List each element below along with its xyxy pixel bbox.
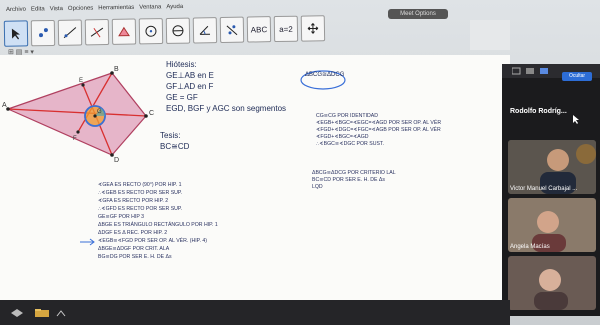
- proof-line: ∢FGD+∢BGC=∢AGD: [316, 134, 369, 140]
- toolbar-background: [470, 20, 510, 50]
- proof-line: BG≅DG POR SER E. H. DE Δs: [98, 254, 172, 260]
- label-a: A: [2, 102, 7, 109]
- label-b: B: [114, 66, 119, 73]
- meeting-panel: Ocultar Rodolfo Rodríg... Victor Manuel …: [502, 64, 600, 316]
- conic-tool-button[interactable]: [165, 17, 191, 44]
- proof-line: ∢FGD+∢DGC=∢FGC=∢AGB POR SER OP. AL VÉR: [316, 127, 441, 133]
- proof-left: ∢GEA ES RECTO (90°) POR HIP. 1 ∴∢GEB ES …: [98, 181, 218, 261]
- proof-line: GE≅GF POR HIP 3: [98, 214, 145, 220]
- proof-line: ∴∢BGC≅∢DGC POR SUST.: [316, 141, 384, 147]
- polygon-tool-button[interactable]: [111, 18, 137, 45]
- proof-line: ΔBCG≅ΔDCG POR CRITERIO LAL: [312, 170, 396, 176]
- chevron-up-icon[interactable]: [56, 309, 66, 317]
- cursor-icon: [573, 115, 579, 124]
- angle-icon: [199, 25, 211, 35]
- host-name: Rodolfo Rodríg...: [510, 108, 567, 115]
- text-tool-button[interactable]: ABC: [246, 16, 272, 43]
- menu-item-help[interactable]: Ayuda: [166, 4, 183, 15]
- proof-line: ∢EGB≅∢FGD POR SER OP. AL VÉR. (HIP. 4): [98, 238, 207, 244]
- reflect-tool-button[interactable]: [219, 16, 245, 44]
- hypothesis-line: GE = GF: [166, 93, 198, 102]
- label-d: D: [114, 157, 119, 164]
- slider-tool-button[interactable]: a=2: [273, 15, 299, 43]
- label-g: G: [97, 109, 102, 115]
- move-view-icon: [307, 23, 319, 34]
- move-view-tool-button[interactable]: [300, 15, 326, 42]
- menu-item-view[interactable]: Vista: [50, 6, 63, 17]
- taskbar: [0, 300, 510, 325]
- proof-line: ∢EGB+∢BGC=∢EGC=∢AGD POR SER OP. AL VÉR: [316, 120, 442, 126]
- proof-line: ΔBGE ES TRIÁNGULO RECTÁNGULO POR HIP. 1: [98, 222, 218, 228]
- hypothesis-line: GE⊥AB en E: [166, 71, 214, 80]
- thesis-block: Tesis: BC≅CD: [160, 130, 189, 152]
- proof-right: CG≅CG POR IDENTIDAD ∢EGB+∢BGC=∢EGC=∢AGD …: [316, 113, 441, 148]
- proof-line: ∴∢GEB ES RECTO POR SER SUP.: [98, 190, 183, 196]
- proof-line: ∢GEA ES RECTO (90°) POR HIP. 1: [98, 182, 182, 188]
- proof-line: BC≅CD POR SER E. H. DE Δs: [312, 177, 385, 183]
- proof-line: ∴∢GFD ES RECTO POR SER SUP.: [98, 206, 183, 212]
- circled-note: ΔBCG≅ΔDCG: [305, 72, 345, 78]
- quadrilateral-abcd[interactable]: [6, 72, 147, 156]
- hypothesis-line: GF⊥AD en F: [166, 82, 214, 91]
- point-c[interactable]: [144, 114, 148, 118]
- screen: Archivo Edita Vista Opciones Herramienta…: [0, 0, 600, 325]
- line-icon: [63, 27, 77, 39]
- circle-icon: [145, 25, 157, 37]
- polygon-icon: [118, 26, 130, 37]
- hypothesis-block: Hiótesis: GE⊥AB en E GF⊥AD en F GE = GF …: [166, 59, 286, 114]
- toolbar: ABC a=2: [3, 15, 326, 51]
- label-f: F: [73, 136, 77, 142]
- pointer-tool-button[interactable]: [3, 20, 29, 47]
- participant-name: Victor Manuel Carbajal ...: [510, 186, 578, 192]
- folder-icon[interactable]: [34, 308, 50, 318]
- angle-tool-button[interactable]: [192, 17, 218, 44]
- pen-arrow: [80, 238, 95, 246]
- point-tool-button[interactable]: [30, 19, 56, 47]
- participant-video-tile[interactable]: [508, 256, 596, 310]
- participant-video-tile[interactable]: Angela Macías: [508, 198, 596, 252]
- thesis-line: BC≅CD: [160, 142, 190, 151]
- graphics-view[interactable]: A B C D E F G Hiótesis: GE⊥AB en E GF⊥AD…: [0, 55, 510, 300]
- proof-line: CG≅CG POR IDENTIDAD: [316, 113, 378, 119]
- pointer-icon: [11, 28, 21, 40]
- proof-line: LQD: [312, 184, 323, 190]
- participant-name: Angela Macías: [510, 244, 550, 250]
- menu-item-edit[interactable]: Edita: [31, 6, 45, 17]
- perpendicular-tool-button[interactable]: [84, 18, 110, 46]
- proof-line: ΔBGE≅ΔDGF POR CRIT. ALA: [98, 246, 170, 252]
- hide-button[interactable]: Ocultar: [562, 72, 592, 81]
- point-f[interactable]: [76, 130, 80, 134]
- participant-video: [508, 256, 596, 310]
- point-a[interactable]: [6, 107, 10, 111]
- meeting-options-pill[interactable]: Meet Options: [388, 9, 448, 19]
- perpendicular-icon: [90, 27, 104, 38]
- menu-item-options[interactable]: Opciones: [68, 6, 94, 17]
- circle-tool-button[interactable]: [138, 18, 164, 45]
- participant-video-tile[interactable]: Victor Manuel Carbajal ...: [508, 140, 596, 194]
- hypothesis-title: Hiótesis:: [166, 60, 197, 69]
- menu-item-tools[interactable]: Herramientas: [98, 5, 134, 17]
- conic-icon: [172, 25, 184, 37]
- proof-line: ∢GFA ES RECTO POR HIP. 2: [98, 198, 169, 204]
- hypothesis-line: EGD, BGF y AGC son segmentos: [166, 104, 287, 113]
- layout-icons[interactable]: [512, 67, 562, 77]
- start-icon[interactable]: [10, 308, 24, 318]
- point-icon: [39, 28, 48, 38]
- reflect-icon: [226, 25, 238, 36]
- thesis-title: Tesis:: [160, 131, 181, 140]
- menu-item-window[interactable]: Ventana: [139, 4, 161, 15]
- label-c: C: [149, 110, 154, 117]
- proof-right-conclusion: ΔBCG≅ΔDCG POR CRITERIO LAL BC≅CD POR SER…: [312, 170, 396, 191]
- label-e: E: [79, 78, 83, 84]
- menu-item-file[interactable]: Archivo: [6, 7, 26, 18]
- line-tool-button[interactable]: [57, 19, 83, 46]
- proof-line: ΔDGF ES Δ REC. POR HIP. 2: [98, 230, 168, 236]
